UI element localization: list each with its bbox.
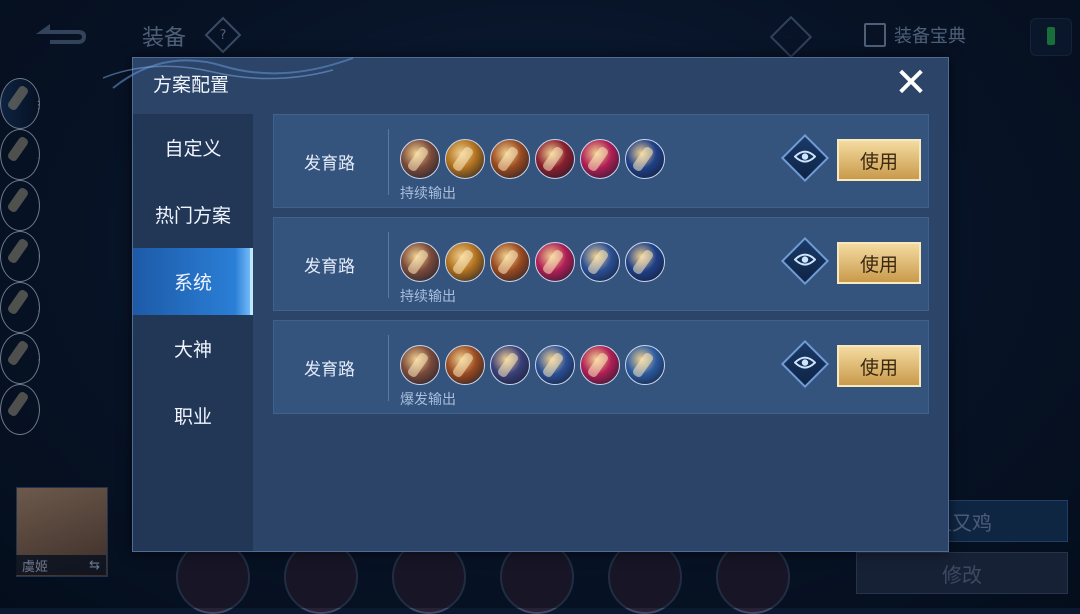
red-spear-icon[interactable]: [535, 242, 575, 282]
boots-icon[interactable]: [400, 139, 440, 179]
lane-label: 发育路: [304, 360, 355, 380]
plan-list: 发育路 持续输出 使用 发育路 持续输出 使用 发育路 爆发输出 使用: [273, 114, 929, 423]
plan-config-dialog: 方案配置 ✕ 自定义 热门方案 系统 大神 职业 发育路 持续输出 使用 发育路…: [103, 57, 949, 552]
decorative-swirl: [103, 57, 354, 89]
crimson-blade-icon[interactable]: [535, 139, 575, 179]
red-spear-icon[interactable]: [580, 345, 620, 385]
flame-sword-icon[interactable]: [445, 345, 485, 385]
item-list: [400, 242, 665, 282]
boots-icon[interactable]: [400, 345, 440, 385]
divider: [388, 335, 389, 401]
gold-star-blade-icon[interactable]: [490, 345, 530, 385]
tab-system[interactable]: 系统: [133, 248, 253, 315]
use-button[interactable]: 使用: [837, 139, 921, 181]
divider: [388, 232, 389, 298]
blue-spear-icon[interactable]: [625, 139, 665, 179]
tab-pro[interactable]: 职业: [133, 382, 253, 449]
build-type-label: 爆发输出: [400, 392, 456, 408]
lightning-blade-icon[interactable]: [445, 139, 485, 179]
preview-eye-icon[interactable]: [780, 339, 830, 389]
dialog-title: 方案配置: [153, 74, 230, 96]
plan-row-1: 发育路 持续输出 使用: [273, 114, 929, 208]
plan-row-2: 发育路 持续输出 使用: [273, 217, 929, 311]
tab-custom[interactable]: 自定义: [133, 114, 253, 181]
close-icon: ✕: [894, 60, 928, 106]
blue-spear-icon[interactable]: [625, 242, 665, 282]
silver-spear-icon[interactable]: [535, 345, 575, 385]
flame-sword-icon[interactable]: [490, 139, 530, 179]
silver-spear-icon[interactable]: [580, 242, 620, 282]
tab-popular[interactable]: 热门方案: [133, 181, 253, 248]
build-type-label: 持续输出: [400, 289, 456, 305]
lane-label: 发育路: [304, 257, 355, 277]
plan-row-3: 发育路 爆发输出 使用: [273, 320, 929, 414]
boots-icon[interactable]: [400, 242, 440, 282]
preview-eye-icon[interactable]: [780, 236, 830, 286]
tab-expert[interactable]: 大神: [133, 315, 253, 382]
item-list: [400, 139, 665, 179]
armor-icon[interactable]: [625, 345, 665, 385]
flame-sword-icon[interactable]: [490, 242, 530, 282]
plan-source-nav: 自定义 热门方案 系统 大神 职业: [133, 114, 253, 551]
lane-label: 发育路: [304, 154, 355, 174]
item-list: [400, 345, 665, 385]
divider: [388, 129, 389, 195]
build-type-label: 持续输出: [400, 186, 456, 202]
close-button[interactable]: ✕: [892, 60, 930, 106]
preview-eye-icon[interactable]: [780, 133, 830, 183]
use-button[interactable]: 使用: [837, 345, 921, 387]
lightning-blade-icon[interactable]: [445, 242, 485, 282]
red-spear-icon[interactable]: [580, 139, 620, 179]
use-button[interactable]: 使用: [837, 242, 921, 284]
